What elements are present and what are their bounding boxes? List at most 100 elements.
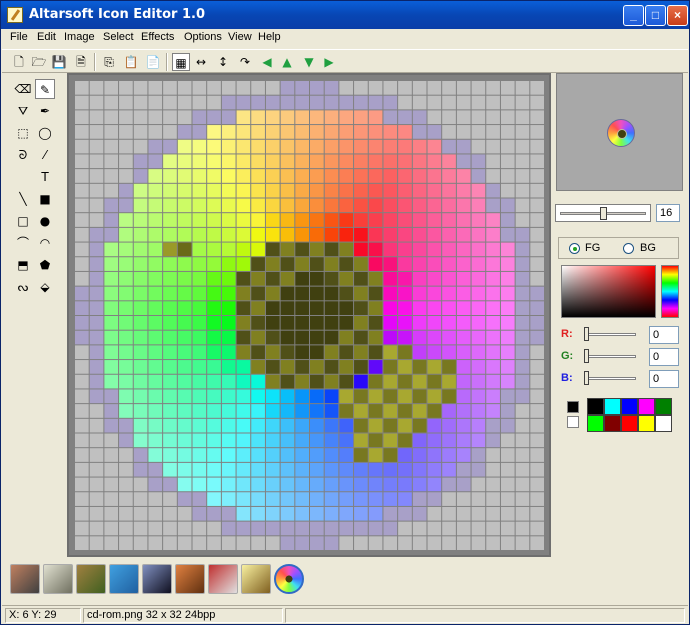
- pixel-cell[interactable]: [207, 374, 221, 389]
- ocean-thumb-icon[interactable]: [109, 564, 139, 594]
- pixel-cell[interactable]: [383, 536, 398, 550]
- pixel-cell[interactable]: [221, 418, 236, 433]
- pixel-cell[interactable]: [265, 242, 280, 257]
- pixel-cell[interactable]: [427, 183, 442, 198]
- pixel-cell[interactable]: [427, 227, 442, 242]
- pixel-cell[interactable]: [368, 404, 383, 418]
- pixel-cell[interactable]: [221, 257, 236, 271]
- pixel-cell[interactable]: [119, 506, 133, 521]
- pixel-cell[interactable]: [177, 316, 192, 330]
- pixel-cell[interactable]: [295, 257, 309, 271]
- pixel-cell[interactable]: [280, 286, 295, 301]
- pixel-cell[interactable]: [324, 81, 339, 95]
- pixel-cell[interactable]: [442, 95, 456, 110]
- pixel-cell[interactable]: [119, 242, 133, 257]
- pixel-cell[interactable]: [486, 95, 500, 110]
- pixel-cell[interactable]: [280, 227, 295, 242]
- pixel-cell[interactable]: [456, 389, 471, 404]
- pixel-cell[interactable]: [354, 462, 368, 477]
- pixel-cell[interactable]: [295, 227, 309, 242]
- pixel-cell[interactable]: [89, 418, 104, 433]
- pixel-cell[interactable]: [398, 477, 412, 492]
- pixel-cell[interactable]: [471, 154, 486, 169]
- pixel-cell[interactable]: [104, 242, 119, 257]
- pixel-cell[interactable]: [456, 169, 471, 183]
- pixel-cell[interactable]: [177, 389, 192, 404]
- pixel-cell[interactable]: [148, 139, 163, 154]
- pixel-cell[interactable]: [119, 448, 133, 462]
- pixel-cell[interactable]: [295, 448, 309, 462]
- pixel-cell[interactable]: [148, 433, 163, 448]
- pixel-cell[interactable]: [221, 521, 236, 536]
- pixel-cell[interactable]: [119, 404, 133, 418]
- bg-radio[interactable]: [623, 243, 634, 254]
- pixel-cell[interactable]: [383, 448, 398, 462]
- color-swatch[interactable]: [604, 415, 621, 432]
- pixel-cell[interactable]: [412, 404, 427, 418]
- pixel-cell[interactable]: [221, 242, 236, 257]
- menu-help[interactable]: Help: [258, 31, 281, 43]
- pixel-cell[interactable]: [148, 286, 163, 301]
- pixel-cell[interactable]: [427, 360, 442, 374]
- pixel-cell[interactable]: [310, 81, 324, 95]
- pixel-cell[interactable]: [251, 125, 265, 139]
- color-swatch[interactable]: [621, 398, 638, 415]
- pixel-cell[interactable]: [192, 418, 207, 433]
- pixel-cell[interactable]: [383, 521, 398, 536]
- pixel-cell[interactable]: [442, 521, 456, 536]
- pixel-cell[interactable]: [133, 433, 148, 448]
- pixel-cell[interactable]: [515, 154, 530, 169]
- pixel-cell[interactable]: [75, 169, 89, 183]
- pixel-cell[interactable]: [192, 477, 207, 492]
- pixel-cell[interactable]: [75, 286, 89, 301]
- pixel-cell[interactable]: [339, 506, 354, 521]
- pixel-cell[interactable]: [119, 286, 133, 301]
- pixel-cell[interactable]: [280, 242, 295, 257]
- pixel-cell[interactable]: [192, 374, 207, 389]
- pixel-cell[interactable]: [354, 125, 368, 139]
- pixel-cell[interactable]: [412, 330, 427, 345]
- pixel-cell[interactable]: [163, 477, 177, 492]
- pixel-cell[interactable]: [75, 213, 89, 227]
- pixel-cell[interactable]: [236, 521, 251, 536]
- pixel-cell[interactable]: [280, 257, 295, 271]
- pixel-cell[interactable]: [251, 95, 265, 110]
- pixel-cell[interactable]: [339, 110, 354, 125]
- channel-1-slider[interactable]: [584, 349, 636, 363]
- pixel-cell[interactable]: [500, 433, 515, 448]
- pixel-cell[interactable]: [324, 139, 339, 154]
- pixel-cell[interactable]: [324, 198, 339, 213]
- pixel-cell[interactable]: [442, 418, 456, 433]
- pixel-cell[interactable]: [163, 389, 177, 404]
- pixel-cell[interactable]: [236, 213, 251, 227]
- pixel-cell[interactable]: [207, 433, 221, 448]
- pixel-cell[interactable]: [265, 374, 280, 389]
- pixel-cell[interactable]: [515, 125, 530, 139]
- pixel-cell[interactable]: [133, 536, 148, 550]
- pixel-cell[interactable]: [530, 183, 544, 198]
- zoom-slider-thumb[interactable]: [600, 207, 607, 220]
- pixel-cell[interactable]: [104, 462, 119, 477]
- pixel-cell[interactable]: [221, 125, 236, 139]
- pixel-cell[interactable]: [383, 95, 398, 110]
- pixel-cell[interactable]: [515, 242, 530, 257]
- pixel-cell[interactable]: [354, 95, 368, 110]
- menu-edit[interactable]: Edit: [37, 31, 56, 43]
- pixel-cell[interactable]: [148, 271, 163, 286]
- pixel-cell[interactable]: [265, 257, 280, 271]
- pixel-cell[interactable]: [75, 389, 89, 404]
- pixel-cell[interactable]: [427, 154, 442, 169]
- pixel-cell[interactable]: [500, 506, 515, 521]
- pixel-cell[interactable]: [265, 345, 280, 360]
- pixel-cell[interactable]: [280, 389, 295, 404]
- color-swatch[interactable]: [638, 415, 655, 432]
- pixel-cell[interactable]: [89, 330, 104, 345]
- pixel-cell[interactable]: [354, 169, 368, 183]
- grid-icon[interactable]: ▦: [172, 53, 190, 71]
- pixel-cell[interactable]: [398, 271, 412, 286]
- pixel-cell[interactable]: [295, 345, 309, 360]
- curve-tool[interactable]: ᔓ: [13, 277, 33, 297]
- pixel-cell[interactable]: [177, 404, 192, 418]
- pixel-cell[interactable]: [442, 477, 456, 492]
- pixel-cell[interactable]: [119, 330, 133, 345]
